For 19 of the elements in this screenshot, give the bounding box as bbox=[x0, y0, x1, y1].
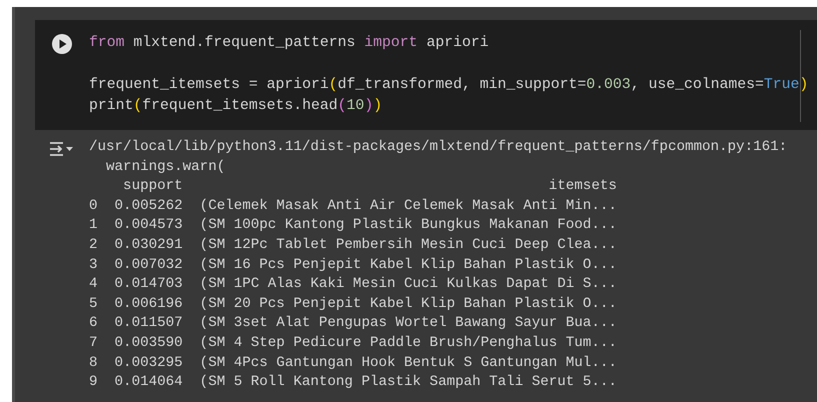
code-line: from mlxtend.frequent_patterns import apriori bbox=[89, 34, 490, 53]
output-line: 7 0.003590 (SM 4 Step Pedicure Paddle Brush/Penghalus Tum... bbox=[89, 334, 618, 353]
output-line: 1 0.004573 (SM 100pc Kantong Plastik Bungkus Makanan Food... bbox=[89, 216, 618, 236]
output-line: 8 0.003295 (SM 4Pcs Gantungan Hook Bentuk S Gantungan Mul... bbox=[89, 354, 618, 373]
output-line: 9 0.014064 (SM 5 Roll Kantong Plastik Sampah Tali Serut 5... bbox=[89, 373, 618, 392]
output-line: 5 0.006196 (SM 20 Pcs Penjepit Kabel Klip Bahan Plastik O... bbox=[89, 294, 618, 314]
output-line: warnings.warn( bbox=[105, 158, 226, 177]
code-editor[interactable]: from mlxtend.frequent_patterns import apriori frequent_itemsets = apriori(df_transformed, min_support=0.003, use_colnames=True) print(frequent_itemsets.head(10)) bbox=[35, 20, 817, 130]
output-line: 2 0.030291 (SM 12Pc Tablet Pembersih Mesin Cuci Deep Clea... bbox=[89, 236, 618, 255]
code-line: frequent_itemsets = apriori(df_transformed, min_support=0.003, use_colnames=True) bbox=[89, 76, 808, 95]
output-line: 4 0.014703 (SM 1PC Alas Kaki Mesin Cuci Kulkas Dapat Di S... bbox=[89, 275, 618, 294]
code-line: print(frequent_itemsets.head(10)) bbox=[89, 97, 384, 116]
output-line: 6 0.011507 (SM 3set Alat Pengupas Wortel Bawang Sayur Bua... bbox=[89, 314, 618, 334]
output-icon[interactable] bbox=[49, 141, 75, 157]
output-line: 0 0.005262 (Celemek Masak Anti Air Celemek Masak Anti Min... bbox=[89, 196, 618, 216]
output-line: /usr/local/lib/python3.11/dist-packages/mlxtend/frequent_patterns/fpcommon.py:161: bbox=[89, 138, 788, 157]
play-icon[interactable] bbox=[51, 33, 73, 55]
output-line: support itemsets bbox=[122, 177, 618, 196]
output-line: 3 0.007032 (SM 16 Pcs Penjepit Kabel Klip Bahan Plastik O... bbox=[89, 256, 618, 275]
